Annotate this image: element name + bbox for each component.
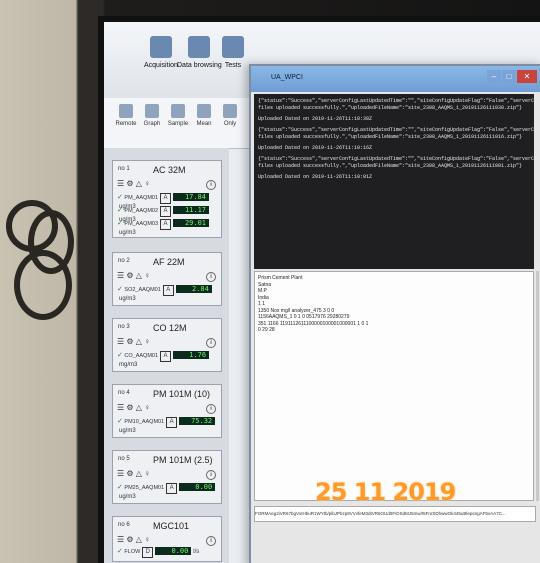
status-icons: ☰ ⚙ △ ♀: [117, 337, 151, 346]
console-line: {"status":"Success","serverConfigLastUpd…: [258, 127, 540, 140]
check-icon: ✓: [117, 418, 123, 425]
log-line: 0 29 28: [258, 327, 275, 333]
graph-icon: [145, 104, 159, 118]
analyzer-card[interactable]: no 6 MGC101 ☰ ⚙ △ ♀ i ✓ FLOW D 0.00 l/s: [112, 516, 222, 562]
console-line: Uploaded Dated on 2019-11-26T11:10:30Z: [258, 116, 373, 122]
analyzer-card[interactable]: no 5 PM 101M (2.5) ☰ ⚙ △ ♀ i ✓ PM25_AAQM…: [112, 450, 222, 504]
status-icons: ☰ ⚙ △ ♀: [117, 469, 151, 478]
status-icons: ☰ ⚙ △ ♀: [117, 271, 151, 280]
check-icon: ✓: [117, 207, 123, 214]
mean-icon: [197, 104, 211, 118]
info-icon[interactable]: i: [206, 180, 216, 190]
console-line: Uploaded Dated on 2019-11-26T11:10:16Z: [258, 145, 373, 151]
info-icon[interactable]: i: [206, 272, 216, 282]
close-button[interactable]: ✕: [517, 70, 537, 83]
data-log[interactable]: Prism Cement Plant Satna M.P India 1 1 1…: [254, 271, 534, 501]
check-icon: ✓: [117, 194, 123, 201]
measurement-row[interactable]: ✓ PM_AAQM01 A 17.84ug/m3: [117, 193, 221, 210]
response-console: {"status":"Success","serverConfigLastUpd…: [254, 94, 540, 269]
measurement-row[interactable]: ✓ PM10_AAQM01 A 75.32ug/m3: [117, 417, 221, 434]
minimize-button[interactable]: –: [487, 70, 501, 83]
subbar-button-only[interactable]: Only: [216, 104, 244, 127]
console-line: {"status":"Success","serverConfigLastUpd…: [258, 98, 540, 111]
measurement-row[interactable]: ✓ PM25_AAQM01 A 0.00ug/m3: [117, 483, 221, 500]
analyzer-title: PM 101M (10): [153, 389, 211, 399]
check-icon: ✓: [117, 484, 123, 491]
analyzer-title: CO 12M: [153, 323, 187, 333]
measurement-row[interactable]: ✓ CO_AAQM01 A 1.76mg/m3: [117, 351, 221, 368]
console-line: {"status":"Success","serverConfigLastUpd…: [258, 156, 540, 169]
subbar-button-graph[interactable]: Graph: [138, 104, 166, 127]
info-icon[interactable]: i: [206, 338, 216, 348]
info-icon[interactable]: i: [206, 470, 216, 480]
check-icon: ✓: [117, 352, 123, 359]
data-browsing-icon: [188, 36, 211, 58]
subbar-button-mean[interactable]: Mean: [190, 104, 218, 127]
date-stamp: 25 11 2019: [315, 478, 456, 506]
measurement-row[interactable]: ✓ SO2_AAQM01 A 2.84ug/m3: [117, 285, 221, 302]
analyzer-title: PM 101M (2.5): [153, 455, 213, 465]
window-titlebar[interactable]: UA_WPCI – □ ✕: [251, 66, 540, 92]
analyzer-card[interactable]: no 2 AF 22M ☰ ⚙ △ ♀ i ✓ SO2_AAQM01 A 2.84u…: [112, 252, 222, 306]
only-icon: [223, 104, 237, 118]
analyzer-title: MGC101: [153, 521, 190, 531]
check-icon: ✓: [117, 548, 123, 555]
measurement-row[interactable]: ✓ PM_AAQM03 A 29.01ug/m3: [117, 219, 221, 236]
log-scrollbar[interactable]: [536, 271, 539, 501]
acquisition-icon: [149, 36, 172, 58]
remote-icon: [119, 104, 133, 118]
analyzer-card[interactable]: no 4 PM 101M (10) ☰ ⚙ △ ♀ i ✓ PM10_AAQM0…: [112, 384, 222, 438]
measurement-row[interactable]: ✓ PM_AAQM02 A 11.17ug/m3: [117, 206, 221, 223]
analyzer-card[interactable]: no 3 CO 12M ☰ ⚙ △ ♀ i ✓ CO_AAQM01 A 1.76mg…: [112, 318, 222, 372]
check-icon: ✓: [117, 220, 123, 227]
toolbar-button-data-browsing[interactable]: Data browsing: [177, 36, 222, 69]
analyzer-title: AC 32M: [153, 165, 186, 175]
analyzer-card[interactable]: no 1 AC 32M ☰ ⚙ △ ♀ i ✓ PM_AAQM01 A 17.84u…: [112, 160, 222, 238]
maximize-button[interactable]: □: [502, 70, 516, 83]
encoded-payload: FORMAeg2iVR67bgVvIHbuR1WYtb/pibJPbzp8VVv…: [254, 506, 536, 522]
cable-loop: [28, 210, 74, 274]
subbar-button-sample[interactable]: Sample: [164, 104, 192, 127]
sample-icon: [171, 104, 185, 118]
status-icons: ☰ ⚙ △ ♀: [117, 403, 151, 412]
status-icons: ☰ ⚙ △ ♀: [117, 179, 151, 188]
window-title: UA_WPCI: [271, 74, 303, 81]
tests-icon: [222, 36, 244, 58]
subbar: Remote Graph Sample Mean Only: [104, 98, 254, 149]
console-line: Uploaded Dated on 2019-11-26T11:10:01Z: [258, 174, 373, 180]
measurement-row[interactable]: ✓ FLOW D 0.00 l/s: [117, 547, 199, 558]
info-icon[interactable]: i: [206, 536, 216, 546]
info-icon[interactable]: i: [206, 404, 216, 414]
analyzer-title: AF 22M: [153, 257, 185, 267]
toolbar-button-acquisition[interactable]: Acquisition: [144, 36, 178, 69]
toolbar-button-tests[interactable]: Tests: [222, 36, 244, 69]
status-icons: ☰ ⚙ △ ♀: [117, 535, 151, 544]
check-icon: ✓: [117, 286, 123, 293]
subbar-button-remote[interactable]: Remote: [112, 104, 140, 127]
